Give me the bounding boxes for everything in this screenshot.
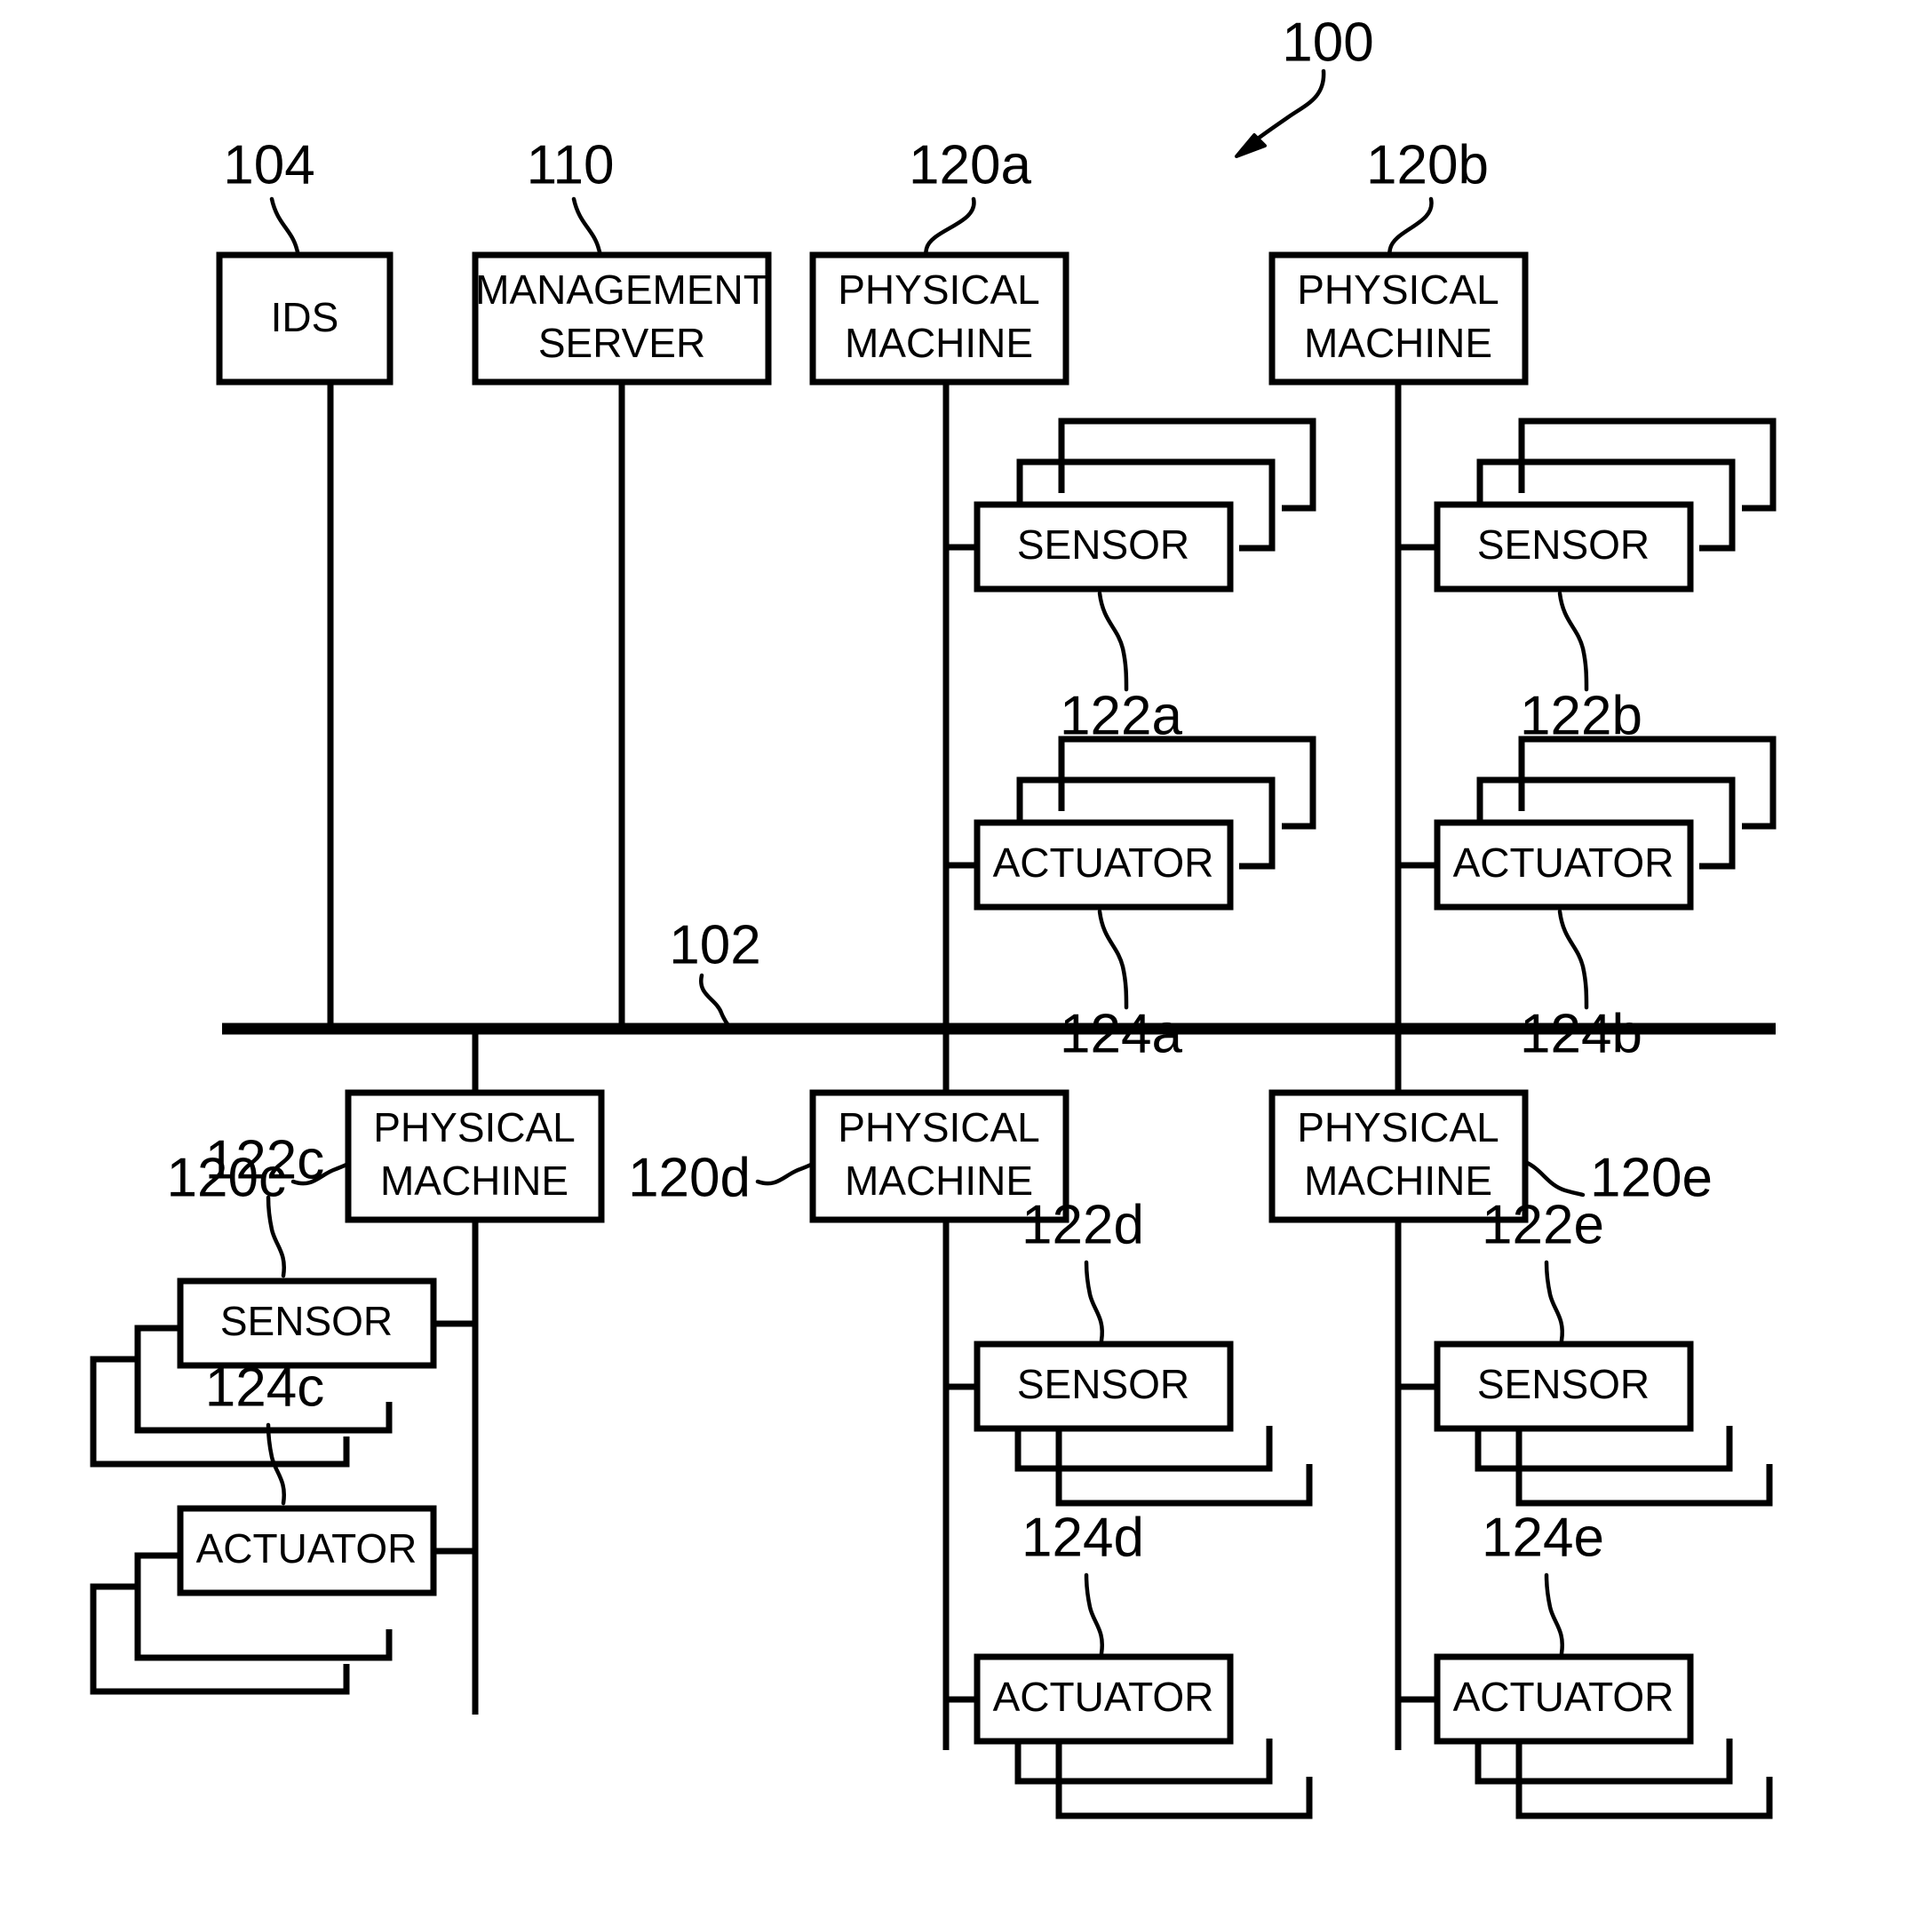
pm-b-ref-label: 120b [1366,134,1489,195]
actuator-d-ref-leader [1084,1572,1104,1656]
pm-b-label-line2: MACHINE [1304,320,1492,366]
sensor-a-label: SENSOR [1017,521,1189,568]
node-actuator-b[interactable]: ACTUATOR 124b [1398,736,1777,1064]
sensor-c-ref-label: 122c [205,1129,324,1190]
sensor-c-ref-leader [266,1195,286,1278]
pm-d-ref-leader [755,1161,815,1186]
network-architecture-diagram: 100 102 104 IDS 110 MANAGEMENT SERVER 12… [90,12,1777,1819]
node-actuator-e[interactable]: ACTUATOR 124e [1398,1507,1773,1819]
ids-ref-label: 104 [223,134,314,195]
sensor-b-ref-leader [1557,591,1589,692]
actuator-a-ref-leader [1097,909,1129,1010]
bus-ref-102-label: 102 [669,914,760,975]
management-server-label-line2: SERVER [538,320,705,366]
sensor-e-ref-leader [1544,1260,1564,1343]
node-actuator-c[interactable]: ACTUATOR 124c [90,1357,475,1695]
actuator-b-label: ACTUATOR [1453,840,1674,886]
actuator-d-label: ACTUATOR [993,1674,1214,1720]
actuator-c-stack-back [90,1583,350,1695]
sensor-d-label: SENSOR [1017,1361,1189,1407]
management-server-label-line1: MANAGEMENT [475,267,768,313]
pm-e-ref-label: 120e [1590,1147,1713,1208]
actuator-b-ref-label: 124b [1520,1003,1642,1064]
pm-b-label-line1: PHYSICAL [1297,267,1499,313]
ids-label: IDS [271,294,339,340]
sensor-a-ref-leader [1097,591,1129,692]
node-sensor-e[interactable]: SENSOR 122e [1398,1194,1773,1507]
actuator-c-ref-label: 124c [205,1357,324,1418]
node-sensor-d[interactable]: SENSOR 122d [946,1194,1313,1507]
sensor-b-label: SENSOR [1477,521,1650,568]
actuator-b-ref-leader [1557,909,1589,1010]
actuator-e-ref-label: 124e [1482,1507,1604,1568]
sensor-d-ref-leader [1084,1260,1104,1343]
actuator-a-ref-label: 124a [1060,1003,1182,1064]
pm-c-label-line1: PHYSICAL [373,1104,576,1150]
sensor-e-ref-label: 122e [1482,1194,1604,1255]
pm-d-label-line2: MACHINE [845,1158,1033,1204]
pm-a-ref-label: 120a [909,134,1031,195]
actuator-a-label: ACTUATOR [993,840,1214,886]
patent-figure: 100 102 104 IDS 110 MANAGEMENT SERVER 12… [0,0,1932,1910]
sensor-d-ref-label: 122d [1022,1194,1144,1255]
node-actuator-d[interactable]: ACTUATOR 124d [946,1507,1313,1819]
pm-e-ref-leader [1523,1159,1586,1198]
sensor-e-label: SENSOR [1477,1361,1650,1407]
pm-d-ref-label: 120d [628,1147,751,1208]
node-ids[interactable]: 104 IDS [216,134,394,1029]
node-management-server[interactable]: 110 MANAGEMENT SERVER [472,134,772,1029]
actuator-d-ref-label: 124d [1022,1507,1144,1568]
node-actuator-a[interactable]: ACTUATOR 124a [946,736,1316,1064]
pm-e-label-line1: PHYSICAL [1297,1104,1499,1150]
pm-a-label-line2: MACHINE [845,320,1033,366]
actuator-e-label: ACTUATOR [1453,1674,1674,1720]
sensor-c-label: SENSOR [220,1298,393,1344]
pm-a-label-line1: PHYSICAL [838,267,1040,313]
pm-e-label-line2: MACHINE [1304,1158,1492,1204]
pm-c-label-line2: MACHINE [380,1158,568,1204]
figure-ref-100-group: 100 [1235,12,1374,158]
figure-ref-100-label: 100 [1282,12,1373,73]
bus-ref-102-leader [699,973,733,1031]
actuator-e-ref-leader [1544,1572,1564,1656]
pm-d-label-line1: PHYSICAL [838,1104,1040,1150]
management-server-ref-label: 110 [527,134,615,195]
node-sensor-b[interactable]: SENSOR 122b [1398,418,1777,746]
node-sensor-a[interactable]: SENSOR 122a [946,418,1316,746]
actuator-c-label: ACTUATOR [196,1525,417,1572]
